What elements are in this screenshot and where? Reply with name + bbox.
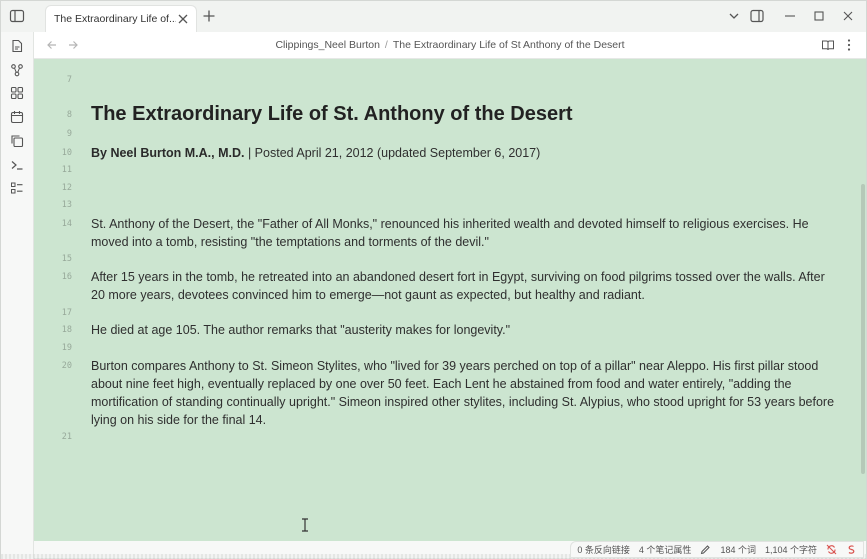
paragraph: Burton compares Anthony to St. Simeon St… <box>91 359 835 427</box>
paragraph: He died at age 105. The author remarks t… <box>91 323 511 337</box>
calendar-icon[interactable] <box>10 110 24 124</box>
note-editor[interactable]: 7 8 The Extraordinary Life of St. Anthon… <box>34 59 866 541</box>
line-number: 20 <box>61 361 72 371</box>
backlinks-count[interactable]: 0 条反向链接 <box>577 543 630 556</box>
paragraph: After 15 years in the tomb, he retreated… <box>91 270 825 302</box>
more-options-icon[interactable] <box>842 38 856 52</box>
byline-date: | Posted April 21, 2012 (updated Septemb… <box>244 146 541 160</box>
pencil-icon[interactable] <box>700 544 711 555</box>
minimize-icon[interactable] <box>783 9 797 23</box>
line-number: 8 <box>66 110 72 120</box>
line-number: 15 <box>61 254 72 264</box>
line-number: 7 <box>66 75 72 85</box>
properties-count[interactable]: 4 个笔记属性 <box>639 543 692 556</box>
plugin-status-icon[interactable] <box>846 544 857 555</box>
sidebar-toggle-icon[interactable] <box>9 8 25 24</box>
terminal-icon[interactable] <box>10 158 24 172</box>
line-number: 17 <box>61 308 72 318</box>
breadcrumb-folder[interactable]: Clippings_Neel Burton <box>275 39 379 51</box>
line-number: 16 <box>61 272 72 282</box>
text-cursor-icon <box>302 518 308 532</box>
line-number: 9 <box>66 129 72 139</box>
line-number: 11 <box>61 165 72 175</box>
line-number: 14 <box>61 219 72 229</box>
breadcrumb-file[interactable]: The Extraordinary Life of St Anthony of … <box>393 39 625 51</box>
line-number: 12 <box>61 183 72 193</box>
status-bar: 0 条反向链接 4 个笔记属性 184 个词 1,104 个字符 <box>570 541 864 558</box>
file-icon[interactable] <box>10 39 24 53</box>
byline: By Neel Burton M.A., M.D. | Posted April… <box>91 144 836 162</box>
line-number: 13 <box>61 200 72 210</box>
breadcrumb: Clippings_Neel Burton / The Extraordinary … <box>34 39 866 51</box>
byline-author: By Neel Burton M.A., M.D. <box>91 146 245 160</box>
view-header: Clippings_Neel Burton / The Extraordinary … <box>34 32 866 59</box>
close-icon[interactable] <box>177 13 189 25</box>
char-count: 1,104 个字符 <box>764 545 817 555</box>
copy-icon[interactable] <box>10 134 24 148</box>
line-number: 21 <box>61 432 72 442</box>
sync-off-icon[interactable] <box>826 544 837 555</box>
editor-scrollbar[interactable] <box>861 184 865 474</box>
window-close-icon[interactable] <box>841 9 855 23</box>
paragraph: St. Anthony of the Desert, the "Father o… <box>91 217 809 249</box>
left-ribbon <box>1 32 34 559</box>
graph-icon[interactable] <box>10 63 24 77</box>
canvas-icon[interactable] <box>10 86 24 100</box>
chevron-down-icon[interactable] <box>727 9 741 23</box>
right-sidebar-toggle-icon[interactable] <box>750 9 764 23</box>
note-heading: The Extraordinary Life of St. Anthony of… <box>91 103 573 125</box>
tab-title: The Extraordinary Life of... <box>54 13 176 25</box>
line-number: 18 <box>61 325 72 335</box>
line-number: 19 <box>61 343 72 353</box>
word-count: 184 个词 <box>720 545 756 555</box>
checklist-icon[interactable] <box>10 181 24 195</box>
maximize-icon[interactable] <box>812 9 826 23</box>
line-number: 10 <box>61 148 72 158</box>
app-window: The Extraordinary Life of... Clippings_N… <box>0 0 867 559</box>
title-bar: The Extraordinary Life of... <box>1 1 866 32</box>
tab-active-note[interactable]: The Extraordinary Life of... <box>45 5 197 32</box>
reading-view-icon[interactable] <box>821 38 835 52</box>
plus-icon[interactable] <box>202 9 216 23</box>
breadcrumb-separator: / <box>384 39 388 51</box>
